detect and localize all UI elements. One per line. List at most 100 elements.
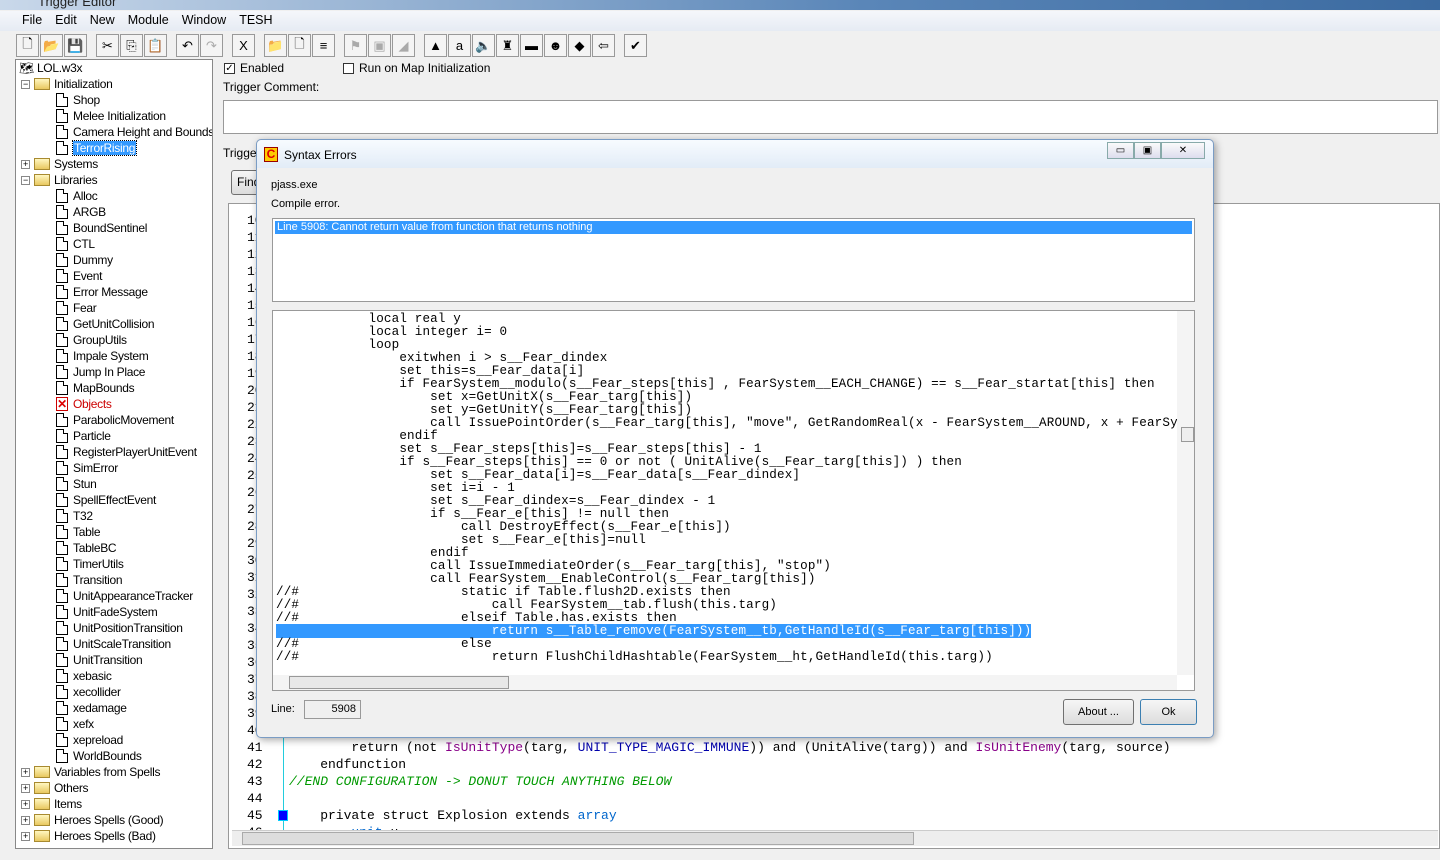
- open-button[interactable]: 📂: [40, 34, 63, 57]
- tree-item[interactable]: Fear: [56, 300, 97, 316]
- tree-item[interactable]: Shop: [56, 92, 100, 108]
- tree-item[interactable]: Transition: [56, 572, 123, 588]
- new-trigger-button[interactable]: 🗋: [288, 34, 311, 57]
- import-manager-button[interactable]: ⇦: [592, 34, 615, 57]
- tree-item[interactable]: BoundSentinel: [56, 220, 147, 236]
- sound-editor-button[interactable]: 🔈: [472, 34, 495, 57]
- scroll-thumb[interactable]: [1181, 427, 1194, 442]
- editor-horizontal-scrollbar[interactable]: [232, 830, 1438, 846]
- horizontal-scrollbar[interactable]: [273, 675, 1177, 690]
- tree-item[interactable]: GetUnitCollision: [56, 316, 155, 332]
- trigger-tree[interactable]: 🗺 LOL.w3x − Initialization Shop Melee Initial…: [15, 59, 213, 849]
- tree-item[interactable]: xecollider: [56, 684, 121, 700]
- expand-icon[interactable]: +: [21, 767, 30, 777]
- checkbox-box[interactable]: [343, 62, 354, 74]
- tree-item[interactable]: + Heroes Spells (Bad): [21, 828, 156, 844]
- tree-item[interactable]: SpellEffectEvent: [56, 492, 156, 508]
- tree-item[interactable]: + Heroes Spells (Good): [21, 812, 164, 828]
- error-list[interactable]: Line 5908: Cannot return value from func…: [272, 218, 1195, 302]
- collapse-icon[interactable]: −: [21, 175, 30, 185]
- terrain-editor-button[interactable]: ▲: [424, 34, 447, 57]
- test-map-button[interactable]: ✔: [624, 34, 647, 57]
- tree-item[interactable]: Error Message: [56, 284, 148, 300]
- tree-root[interactable]: 🗺 LOL.w3x: [19, 60, 83, 76]
- enabled-checkbox[interactable]: ✓ Enabled: [224, 61, 284, 75]
- tree-item[interactable]: Dummy: [56, 252, 113, 268]
- redo-button[interactable]: ↷: [200, 34, 223, 57]
- tree-item[interactable]: UnitScaleTransition: [56, 636, 171, 652]
- tree-item[interactable]: Stun: [56, 476, 97, 492]
- menu-tesh[interactable]: TESH: [233, 11, 278, 27]
- tree-item[interactable]: MapBounds: [56, 380, 135, 396]
- vertical-scrollbar[interactable]: [1177, 311, 1194, 675]
- tree-item[interactable]: ParabolicMovement: [56, 412, 174, 428]
- expand-icon[interactable]: +: [21, 799, 30, 809]
- checkbox-box[interactable]: ✓: [224, 62, 235, 74]
- about-button[interactable]: About ...: [1063, 699, 1134, 725]
- new-comment-button[interactable]: ≡: [312, 34, 335, 57]
- tree-item[interactable]: Table: [56, 524, 101, 540]
- new-category-button[interactable]: 📁: [264, 34, 287, 57]
- close-button[interactable]: ✕: [1161, 142, 1205, 159]
- maximize-button[interactable]: ▣: [1134, 142, 1161, 159]
- tree-item[interactable]: + Variables from Spells: [21, 764, 161, 780]
- object-manager-button[interactable]: ◆: [568, 34, 591, 57]
- menu-file[interactable]: File: [16, 11, 48, 27]
- save-button[interactable]: 💾: [64, 34, 87, 57]
- expand-icon[interactable]: +: [21, 159, 30, 169]
- tree-item[interactable]: − Libraries: [21, 172, 98, 188]
- collapse-icon[interactable]: −: [21, 79, 30, 89]
- error-code-view[interactable]: local real y local integer i= 0 loop exi…: [272, 310, 1195, 691]
- tree-item[interactable]: + Items: [21, 796, 82, 812]
- tree-item[interactable]: xepreload: [56, 732, 123, 748]
- tree-item[interactable]: xebasic: [56, 668, 112, 684]
- cut-button[interactable]: ✂: [96, 34, 119, 57]
- tree-item[interactable]: RegisterPlayerUnitEvent: [56, 444, 197, 460]
- tree-item[interactable]: UnitFadeSystem: [56, 604, 158, 620]
- copy-button[interactable]: ⎘: [120, 34, 143, 57]
- object-editor-button[interactable]: ♜: [496, 34, 519, 57]
- undo-button[interactable]: ↶: [176, 34, 199, 57]
- menu-module[interactable]: Module: [122, 11, 175, 27]
- tree-item[interactable]: ARGB: [56, 204, 106, 220]
- tree-item[interactable]: TerrorRising: [56, 140, 138, 156]
- error-item-selected[interactable]: Line 5908: Cannot return value from func…: [275, 221, 1192, 234]
- scroll-thumb[interactable]: [289, 676, 509, 689]
- campaign-editor-button[interactable]: ▬: [520, 34, 543, 57]
- tree-item[interactable]: GroupUtils: [56, 332, 127, 348]
- expand-icon[interactable]: +: [21, 783, 30, 793]
- tree-item[interactable]: Melee Initialization: [56, 108, 166, 124]
- tree-item[interactable]: − Initialization: [21, 76, 113, 92]
- tree-item[interactable]: Alloc: [56, 188, 98, 204]
- tree-item[interactable]: Impale System: [56, 348, 149, 364]
- trigger-editor-button[interactable]: a: [448, 34, 471, 57]
- tree-item[interactable]: ✕ Objects: [56, 396, 112, 412]
- tree-item[interactable]: TimerUtils: [56, 556, 124, 572]
- menu-new[interactable]: New: [84, 11, 121, 27]
- menu-window[interactable]: Window: [176, 11, 232, 27]
- expand-icon[interactable]: +: [21, 815, 30, 825]
- paste-button[interactable]: 📋: [144, 34, 167, 57]
- fold-toggle-icon[interactable]: [278, 810, 288, 821]
- new-action-button[interactable]: ◢: [392, 34, 415, 57]
- expand-icon[interactable]: +: [21, 831, 30, 841]
- menu-edit[interactable]: Edit: [49, 11, 83, 27]
- close-x-button[interactable]: X: [232, 34, 255, 57]
- tree-item[interactable]: CTL: [56, 236, 95, 252]
- tree-item[interactable]: UnitAppearanceTracker: [56, 588, 193, 604]
- tree-item[interactable]: UnitPositionTransition: [56, 620, 183, 636]
- tree-item[interactable]: T32: [56, 508, 93, 524]
- tree-item[interactable]: SimError: [56, 460, 118, 476]
- tree-item[interactable]: Event: [56, 268, 102, 284]
- ok-button[interactable]: Ok: [1140, 699, 1197, 725]
- tree-item[interactable]: xefx: [56, 716, 94, 732]
- tree-item[interactable]: Camera Height and Bounds: [56, 124, 212, 140]
- tree-item[interactable]: UnitTransition: [56, 652, 143, 668]
- tree-item[interactable]: Jump In Place: [56, 364, 145, 380]
- tree-item[interactable]: Particle: [56, 428, 111, 444]
- tree-item[interactable]: + Others: [21, 780, 89, 796]
- comment-input[interactable]: [223, 100, 1438, 134]
- scroll-thumb[interactable]: [242, 832, 914, 845]
- run-on-init-checkbox[interactable]: Run on Map Initialization: [343, 61, 490, 75]
- new-button[interactable]: 🗋: [16, 34, 39, 57]
